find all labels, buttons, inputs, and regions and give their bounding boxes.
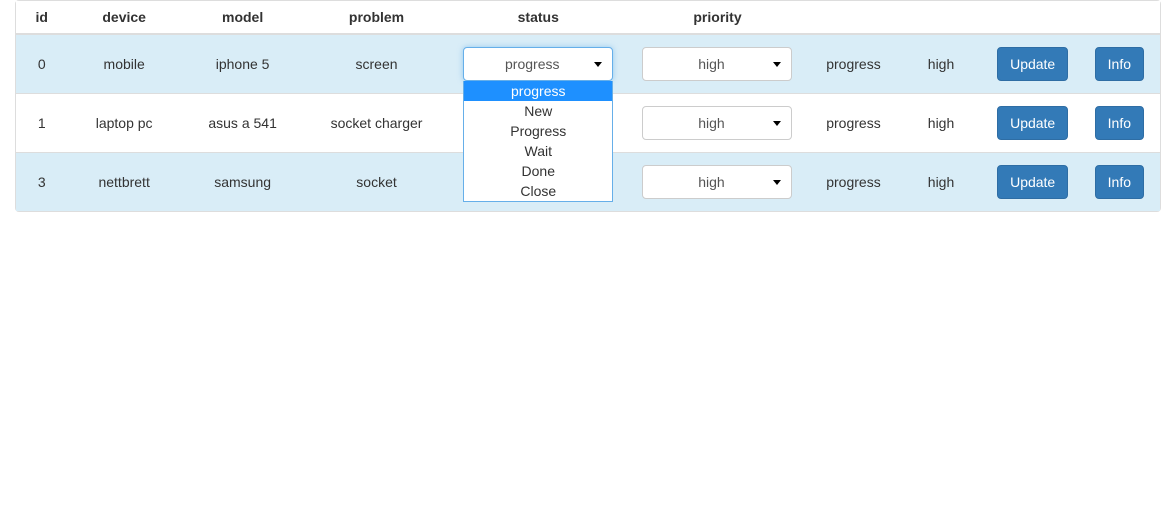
header-model: model: [181, 1, 305, 34]
header-device: device: [68, 1, 181, 34]
chevron-down-icon: [773, 180, 781, 185]
priority-select-value: high: [698, 115, 724, 131]
update-button[interactable]: Update: [997, 165, 1068, 199]
cell-device: mobile: [68, 34, 181, 94]
status-option[interactable]: Progress: [464, 121, 612, 141]
cell-status-text: progress: [807, 153, 900, 212]
cell-priority-text: high: [900, 34, 982, 94]
header-problem: problem: [304, 1, 448, 34]
cell-status-text: progress: [807, 94, 900, 153]
header-actions: [807, 1, 1160, 34]
cell-device: nettbrett: [68, 153, 181, 212]
cell-status-text: progress: [807, 34, 900, 94]
cell-id: 0: [16, 34, 68, 94]
priority-select-value: high: [698, 56, 724, 72]
cell-priority-select: high: [628, 94, 807, 153]
cell-info: Info: [1080, 153, 1160, 212]
table-row: 0mobileiphone 5screenprogressprogressNew…: [16, 34, 1160, 94]
cell-device: laptop pc: [68, 94, 181, 153]
cell-model: iphone 5: [181, 34, 305, 94]
cell-model: samsung: [181, 153, 305, 212]
info-button[interactable]: Info: [1095, 106, 1144, 140]
priority-select[interactable]: high: [642, 47, 792, 81]
header-status: status: [449, 1, 628, 34]
priority-select[interactable]: high: [642, 106, 792, 140]
update-button[interactable]: Update: [997, 106, 1068, 140]
cell-problem: socket charger: [304, 94, 448, 153]
status-option[interactable]: New: [464, 101, 612, 121]
info-button[interactable]: Info: [1095, 47, 1144, 81]
priority-select[interactable]: high: [642, 165, 792, 199]
tickets-table: id device model problem status priority …: [16, 1, 1160, 211]
cell-priority-text: high: [900, 94, 982, 153]
status-option[interactable]: progress: [464, 81, 612, 101]
cell-update: Update: [982, 153, 1080, 212]
update-button[interactable]: Update: [997, 47, 1068, 81]
header-id: id: [16, 1, 68, 34]
cell-update: Update: [982, 34, 1080, 94]
cell-id: 3: [16, 153, 68, 212]
status-option[interactable]: Done: [464, 161, 612, 181]
cell-priority-select: high: [628, 34, 807, 94]
status-select-value: progress: [505, 56, 559, 72]
table-panel: id device model problem status priority …: [15, 0, 1161, 212]
cell-problem: socket: [304, 153, 448, 212]
cell-priority-text: high: [900, 153, 982, 212]
status-dropdown: progressNewProgressWaitDoneClose: [463, 81, 613, 202]
header-priority: priority: [628, 1, 807, 34]
info-button[interactable]: Info: [1095, 165, 1144, 199]
cell-problem: screen: [304, 34, 448, 94]
chevron-down-icon: [773, 121, 781, 126]
cell-status-select: progressprogressNewProgressWaitDoneClose: [449, 34, 628, 94]
cell-priority-select: high: [628, 153, 807, 212]
cell-id: 1: [16, 94, 68, 153]
priority-select-value: high: [698, 174, 724, 190]
cell-info: Info: [1080, 94, 1160, 153]
status-option[interactable]: Close: [464, 181, 612, 201]
chevron-down-icon: [594, 62, 602, 67]
cell-model: asus a 541: [181, 94, 305, 153]
cell-info: Info: [1080, 34, 1160, 94]
status-option[interactable]: Wait: [464, 141, 612, 161]
cell-update: Update: [982, 94, 1080, 153]
chevron-down-icon: [773, 62, 781, 67]
status-select[interactable]: progress: [463, 47, 613, 81]
